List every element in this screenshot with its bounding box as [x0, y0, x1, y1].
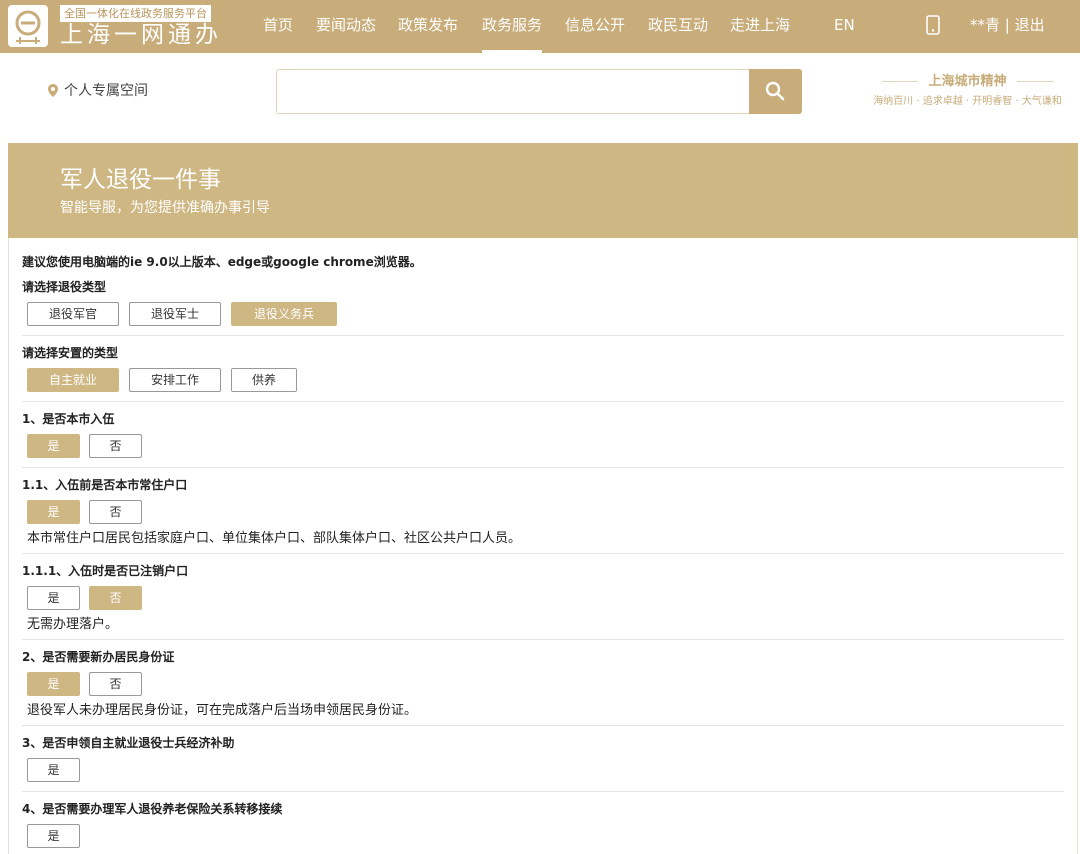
option-yes[interactable]: 是 — [27, 672, 80, 696]
banner-title: 军人退役一件事 — [60, 167, 221, 193]
nav-information[interactable]: 信息公开 — [565, 0, 625, 53]
banner-subtitle: 智能导服，为您提供准确办事引导 — [60, 200, 270, 216]
option-yes[interactable]: 是 — [27, 824, 80, 848]
nav-about-shanghai[interactable]: 走进上海 — [730, 0, 790, 53]
option-no[interactable]: 否 — [89, 586, 142, 610]
nav-english[interactable]: EN — [834, 0, 855, 53]
option-yes[interactable]: 是 — [27, 586, 80, 610]
divider — [22, 335, 1064, 336]
option-no[interactable]: 否 — [89, 672, 142, 696]
search-input[interactable] — [277, 70, 749, 113]
option-yes[interactable]: 是 — [27, 500, 80, 524]
logo-icon[interactable] — [8, 5, 48, 47]
question-label: 4、是否需要办理军人退役养老保险关系转移接续 — [22, 802, 283, 816]
nav-interaction[interactable]: 政民互动 — [648, 0, 708, 53]
divider — [22, 401, 1064, 402]
question-label: 请选择安置的类型 — [22, 346, 119, 360]
logo-subtitle: 全国一体化在线政务服务平台 — [60, 5, 211, 22]
service-banner: 军人退役一件事 智能导服，为您提供准确办事引导 — [8, 143, 1078, 238]
divider — [22, 467, 1064, 468]
logo-title[interactable]: 上海一网通办 — [60, 22, 222, 48]
question-note: 本市常住户口居民包括家庭户口、单位集体户口、部队集体户口、社区公共户口人员。 — [27, 531, 522, 546]
mobile-phone-icon[interactable] — [926, 15, 940, 35]
divider — [22, 725, 1064, 726]
city-spirit: 上海城市精神 海纳百川 · 追求卓越 · 开明睿智 · 大气谦和 — [855, 72, 1080, 110]
divider — [22, 791, 1064, 792]
browser-notice: 建议您使用电脑端的ie 9.0以上版本、edge或google chrome浏览… — [22, 255, 422, 269]
question-label: 1.1、入伍前是否本市常住户口 — [22, 478, 188, 492]
option-yes[interactable]: 是 — [27, 434, 80, 458]
nav-government-services[interactable]: 政务服务 — [482, 0, 543, 53]
search-icon — [765, 81, 785, 101]
question-label: 2、是否需要新办居民身份证 — [22, 650, 175, 664]
personal-space-label: 个人专属空间 — [64, 83, 148, 99]
option-self-employment[interactable]: 自主就业 — [27, 368, 119, 392]
question-label: 请选择退役类型 — [22, 280, 107, 294]
personal-space-link[interactable]: 个人专属空间 — [48, 80, 148, 102]
city-spirit-subtitle: 海纳百川 · 追求卓越 · 开明睿智 · 大气谦和 — [873, 96, 1062, 107]
user-logout[interactable]: **青 | 退出 — [970, 0, 1045, 53]
question-note: 退役军人未办理居民身份证，可在完成落户后当场申领居民身份证。 — [27, 703, 418, 718]
option-retired-conscript[interactable]: 退役义务兵 — [231, 302, 337, 326]
location-pin-icon — [48, 84, 58, 97]
question-label: 3、是否申领自主就业退役士兵经济补助 — [22, 736, 235, 750]
option-support[interactable]: 供养 — [231, 368, 297, 392]
question-label: 1.1.1、入伍时是否已注销户口 — [22, 564, 189, 578]
option-retired-sergeant[interactable]: 退役军士 — [129, 302, 221, 326]
divider — [22, 553, 1064, 554]
nav-news[interactable]: 要闻动态 — [316, 0, 376, 53]
divider — [22, 639, 1064, 640]
option-retired-officer[interactable]: 退役军官 — [27, 302, 119, 326]
option-no[interactable]: 否 — [89, 434, 142, 458]
search-box — [276, 69, 802, 114]
nav-home[interactable]: 首页 — [263, 0, 293, 53]
city-spirit-title: 上海城市精神 — [855, 72, 1080, 92]
search-button[interactable] — [749, 69, 802, 114]
top-navigation-bar: 全国一体化在线政务服务平台 上海一网通办 首页 要闻动态 政策发布 政务服务 信… — [0, 0, 1080, 53]
option-no[interactable]: 否 — [89, 500, 142, 524]
question-label: 1、是否本市入伍 — [22, 412, 115, 426]
question-note: 无需办理落户。 — [27, 617, 119, 632]
nav-policy[interactable]: 政策发布 — [398, 0, 458, 53]
option-yes[interactable]: 是 — [27, 758, 80, 782]
option-job-assignment[interactable]: 安排工作 — [129, 368, 221, 392]
